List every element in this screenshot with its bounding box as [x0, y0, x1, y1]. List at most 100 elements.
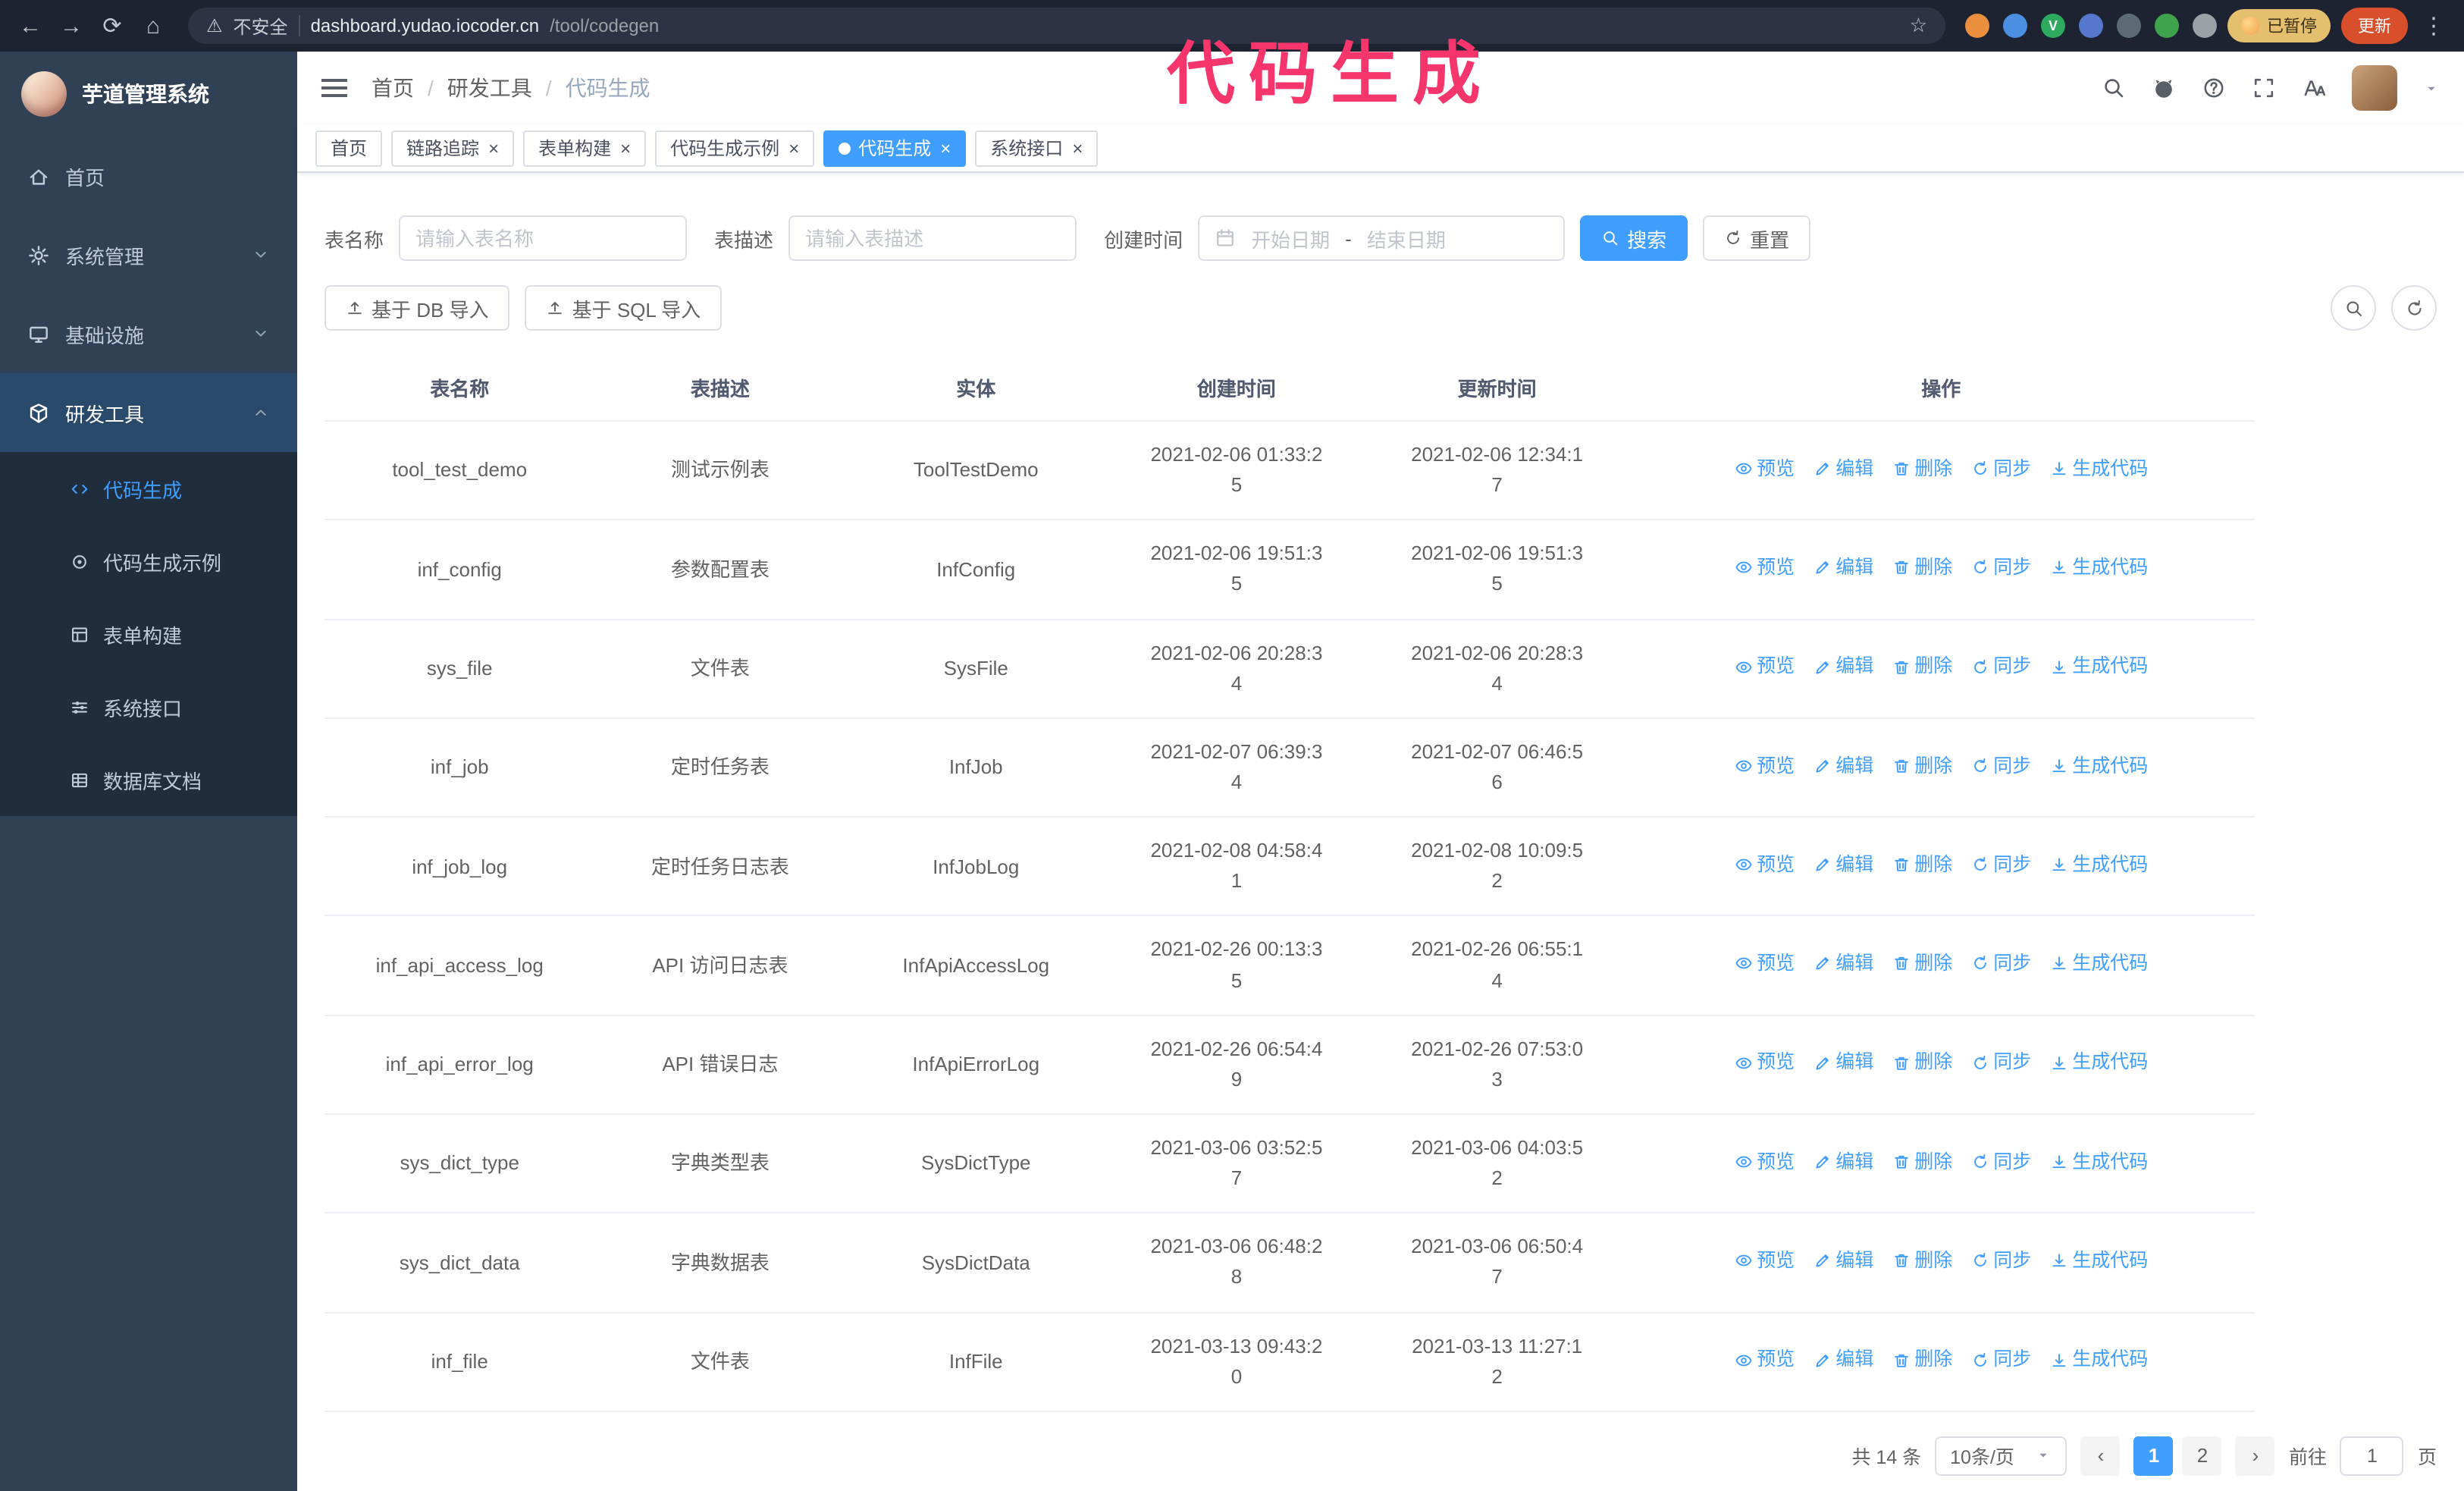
font-size-icon[interactable]	[2302, 76, 2326, 100]
close-tab-icon[interactable]: ×	[940, 139, 951, 157]
extension-slate-icon[interactable]	[2117, 14, 2141, 38]
help-icon[interactable]	[2202, 76, 2226, 100]
sync-link[interactable]: 同步	[1970, 752, 2031, 780]
delete-link[interactable]: 删除	[1892, 851, 1952, 880]
extension-blue-icon[interactable]	[2003, 14, 2027, 38]
delete-link[interactable]: 删除	[1892, 1247, 1952, 1276]
preview-link[interactable]: 预览	[1734, 851, 1795, 880]
delete-link[interactable]: 删除	[1892, 752, 1952, 780]
edit-link[interactable]: 编辑	[1813, 454, 1873, 483]
goto-page-input[interactable]	[2340, 1436, 2404, 1476]
preview-link[interactable]: 预览	[1734, 554, 1795, 582]
sidebar-item-infra[interactable]: 基础设施	[0, 294, 297, 373]
app-logo[interactable]: 芋道管理系统	[0, 52, 297, 137]
reload-button[interactable]: ⟳	[97, 12, 127, 39]
sidebar-item-home[interactable]: 首页	[0, 137, 297, 215]
extension-leaf-icon[interactable]	[2155, 14, 2179, 38]
security-label[interactable]: 不安全	[234, 13, 288, 39]
sync-link[interactable]: 同步	[1970, 950, 2031, 978]
tab-codegen-demo[interactable]: 代码生成示例 ×	[655, 130, 815, 166]
caret-down-icon[interactable]	[2423, 80, 2440, 96]
breadcrumb-item[interactable]: 研发工具	[447, 73, 532, 103]
preview-link[interactable]: 预览	[1734, 1049, 1795, 1078]
edit-link[interactable]: 编辑	[1813, 851, 1873, 880]
close-tab-icon[interactable]: ×	[620, 139, 631, 157]
generate-code-link[interactable]: 生成代码	[2049, 1147, 2148, 1176]
generate-code-link[interactable]: 生成代码	[2049, 1247, 2148, 1276]
tab-codegen[interactable]: 代码生成 ×	[823, 130, 967, 166]
url-bar[interactable]: ⚠ 不安全 dashboard.yudao.iocoder.cn/tool/co…	[188, 8, 1945, 44]
page-button-1[interactable]: 1	[2133, 1436, 2174, 1476]
page-button-2[interactable]: 2	[2182, 1436, 2222, 1476]
preview-link[interactable]: 预览	[1734, 752, 1795, 780]
edit-link[interactable]: 编辑	[1813, 752, 1873, 780]
sidebar-item-form-builder[interactable]: 表单构建	[0, 598, 297, 670]
sidebar-item-system[interactable]: 系统管理	[0, 215, 297, 294]
sync-link[interactable]: 同步	[1970, 454, 2031, 483]
home-button[interactable]: ⌂	[138, 13, 168, 39]
paused-badge[interactable]: 已暂停	[2227, 9, 2331, 42]
prev-page-button[interactable]: ‹	[2080, 1436, 2121, 1476]
generate-code-link[interactable]: 生成代码	[2049, 653, 2148, 682]
import-db-button[interactable]: 基于 DB 导入	[324, 285, 510, 331]
edit-link[interactable]: 编辑	[1813, 1345, 1873, 1374]
table-desc-input[interactable]	[788, 215, 1077, 261]
tab-system-api[interactable]: 系统接口 ×	[975, 130, 1099, 166]
edit-link[interactable]: 编辑	[1813, 1247, 1873, 1276]
delete-link[interactable]: 删除	[1892, 1345, 1952, 1374]
sidebar-item-codegen-demo[interactable]: 代码生成示例	[0, 525, 297, 598]
preview-link[interactable]: 预览	[1734, 1345, 1795, 1374]
date-end-placeholder[interactable]: 结束日期	[1367, 224, 1446, 253]
bookmark-star-icon[interactable]: ☆	[1910, 14, 1927, 38]
edit-link[interactable]: 编辑	[1813, 554, 1873, 582]
generate-code-link[interactable]: 生成代码	[2049, 1345, 2148, 1374]
extension-green-v-icon[interactable]: V	[2041, 14, 2065, 38]
sync-link[interactable]: 同步	[1970, 653, 2031, 682]
edit-link[interactable]: 编辑	[1813, 1147, 1873, 1176]
sidebar-item-db-doc[interactable]: 数据库文档	[0, 743, 297, 816]
preview-link[interactable]: 预览	[1734, 454, 1795, 483]
generate-code-link[interactable]: 生成代码	[2049, 554, 2148, 582]
close-tab-icon[interactable]: ×	[1072, 139, 1083, 157]
sync-link[interactable]: 同步	[1970, 851, 2031, 880]
date-range-picker[interactable]: 开始日期 - 结束日期	[1198, 215, 1566, 261]
edit-link[interactable]: 编辑	[1813, 950, 1873, 978]
extension-people-icon[interactable]	[2079, 14, 2103, 38]
back-button[interactable]: ←	[15, 13, 45, 39]
browser-menu-icon[interactable]: ⋮	[2419, 12, 2449, 39]
edit-link[interactable]: 编辑	[1813, 1049, 1873, 1078]
import-sql-button[interactable]: 基于 SQL 导入	[525, 285, 723, 331]
sync-link[interactable]: 同步	[1970, 1147, 2031, 1176]
next-page-button[interactable]: ›	[2235, 1436, 2275, 1476]
sync-link[interactable]: 同步	[1970, 1345, 2031, 1374]
reset-button[interactable]: 重置	[1703, 215, 1811, 261]
delete-link[interactable]: 删除	[1892, 454, 1952, 483]
preview-link[interactable]: 预览	[1734, 653, 1795, 682]
page-size-select[interactable]: 10条/页	[1935, 1436, 2067, 1476]
delete-link[interactable]: 删除	[1892, 950, 1952, 978]
sidebar-item-system-api[interactable]: 系统接口	[0, 670, 297, 743]
sync-link[interactable]: 同步	[1970, 554, 2031, 582]
github-icon[interactable]	[2152, 76, 2176, 100]
toggle-search-button[interactable]	[2331, 285, 2376, 331]
generate-code-link[interactable]: 生成代码	[2049, 851, 2148, 880]
extension-orange-icon[interactable]	[1965, 14, 1989, 38]
update-button[interactable]: 更新	[2341, 8, 2408, 44]
preview-link[interactable]: 预览	[1734, 1147, 1795, 1176]
fullscreen-icon[interactable]	[2252, 76, 2276, 100]
extension-puzzle-icon[interactable]	[2193, 14, 2217, 38]
generate-code-link[interactable]: 生成代码	[2049, 950, 2148, 978]
sidebar-item-codegen[interactable]: 代码生成	[0, 452, 297, 525]
tab-tracing[interactable]: 链路追踪 ×	[391, 130, 515, 166]
refresh-table-button[interactable]	[2391, 285, 2437, 331]
hamburger-icon[interactable]	[321, 73, 347, 103]
forward-button[interactable]: →	[56, 13, 86, 39]
generate-code-link[interactable]: 生成代码	[2049, 1049, 2148, 1078]
close-tab-icon[interactable]: ×	[788, 139, 799, 157]
search-icon[interactable]	[2102, 76, 2126, 100]
delete-link[interactable]: 删除	[1892, 1147, 1952, 1176]
delete-link[interactable]: 删除	[1892, 653, 1952, 682]
generate-code-link[interactable]: 生成代码	[2049, 752, 2148, 780]
preview-link[interactable]: 预览	[1734, 950, 1795, 978]
breadcrumb-item[interactable]: 首页	[371, 73, 414, 103]
